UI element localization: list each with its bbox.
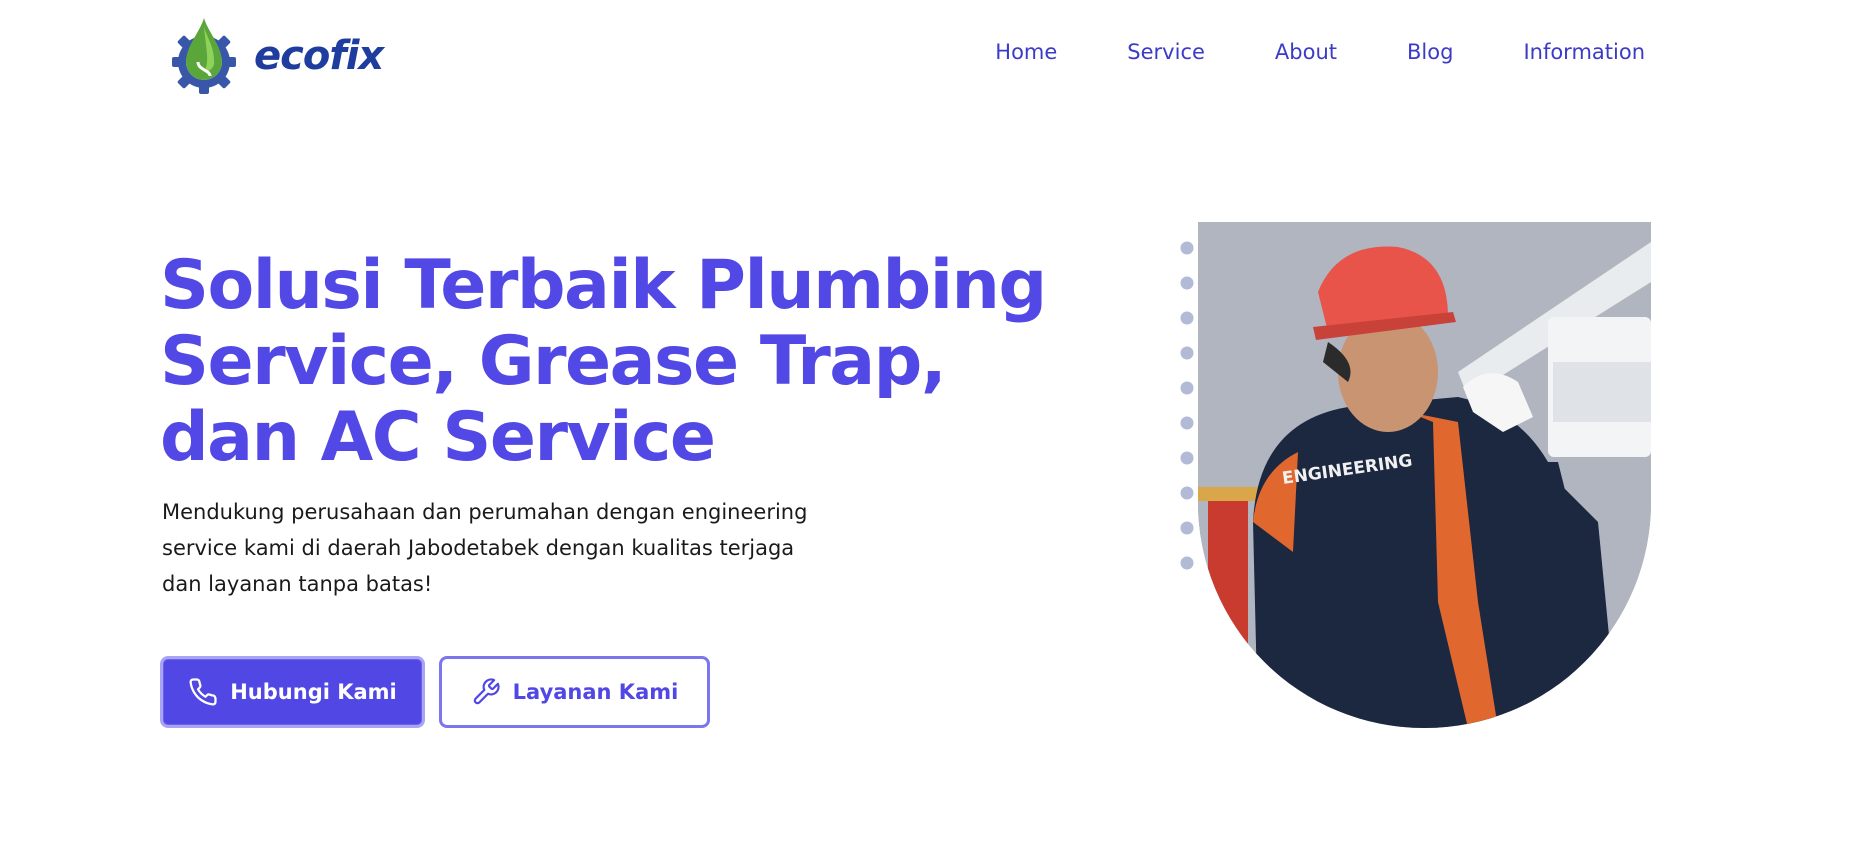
contact-us-label: Hubungi Kami xyxy=(230,680,397,704)
pattern-dot xyxy=(1180,241,1194,255)
logo[interactable]: ecofix xyxy=(168,16,384,96)
hero-description: Mendukung perusahaan dan perumahan denga… xyxy=(162,500,808,596)
gear-droplet-icon xyxy=(172,18,236,94)
pattern-dot xyxy=(1180,556,1194,570)
pattern-dot xyxy=(1180,486,1194,500)
brand-name: ecofix xyxy=(254,33,384,79)
our-services-label: Layanan Kami xyxy=(512,680,679,704)
pattern-dot xyxy=(1180,521,1194,535)
pattern-dot xyxy=(1180,346,1194,360)
pattern-dot xyxy=(1180,381,1194,395)
our-services-button[interactable]: Layanan Kami xyxy=(439,656,710,728)
contact-us-button[interactable]: Hubungi Kami xyxy=(160,656,425,728)
wrench-icon xyxy=(473,678,500,705)
pattern-dot xyxy=(1180,451,1194,465)
phone-icon xyxy=(189,678,217,706)
nav-blog[interactable]: Blog xyxy=(1407,40,1453,64)
nav-about[interactable]: About xyxy=(1275,40,1337,64)
nav-home[interactable]: Home xyxy=(995,40,1057,64)
pattern-dot xyxy=(1180,416,1194,430)
hero-title: Solusi Terbaik Plumbing Service, Grease … xyxy=(160,246,1047,477)
site-header: ecofix Home Service About Blog Informati… xyxy=(0,0,1855,120)
nav-service[interactable]: Service xyxy=(1127,40,1205,64)
pattern-dot xyxy=(1180,311,1194,325)
technician-photo: ENGINEERING xyxy=(1198,222,1651,728)
nav-information[interactable]: Information xyxy=(1523,40,1645,64)
main-nav: Home Service About Blog Information xyxy=(925,40,1645,64)
pattern-dot xyxy=(1180,276,1194,290)
hero-photo: ENGINEERING xyxy=(1198,222,1651,728)
